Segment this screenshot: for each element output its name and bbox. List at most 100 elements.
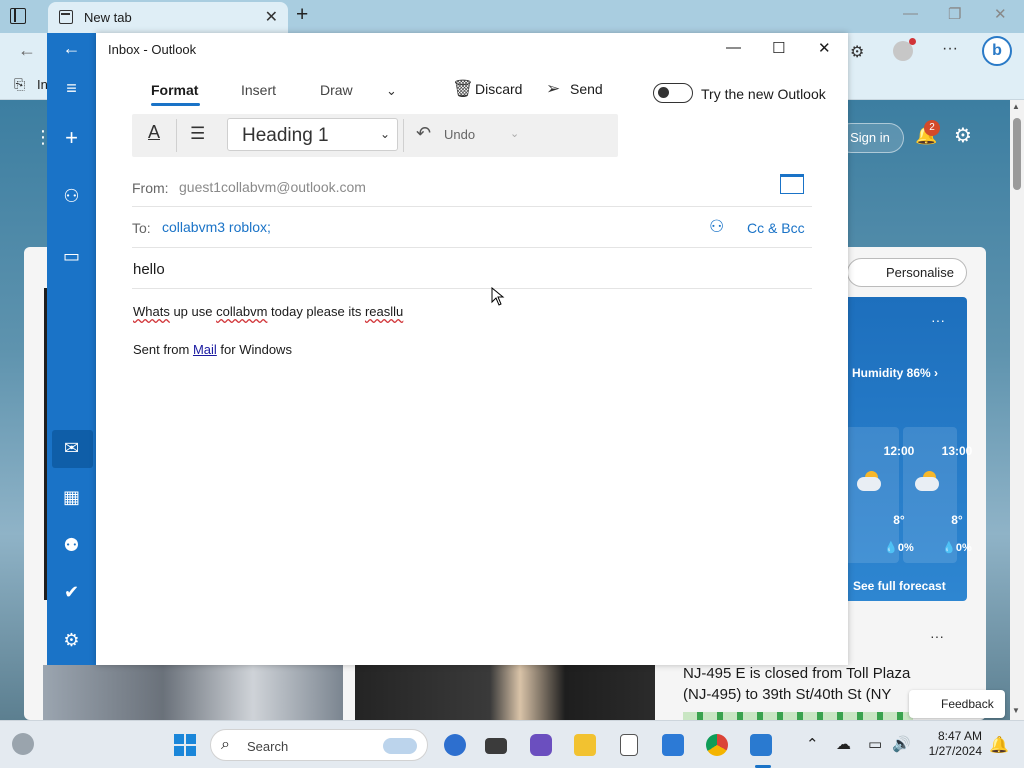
restore-browser-button[interactable]: ❐ (948, 5, 961, 23)
add-contact-person-icon[interactable]: ⚇ (709, 217, 724, 237)
task-view-icon[interactable] (485, 738, 507, 754)
new-tab-button[interactable]: + (296, 3, 308, 27)
font-color-icon[interactable]: A (144, 122, 164, 146)
todo-check-icon[interactable]: ✔ (47, 582, 96, 603)
personalise-button[interactable]: Personalise (847, 258, 967, 287)
outlook-sidebar: ← ≡ + ⚇ ▭ (47, 33, 96, 665)
news-more-icon[interactable]: ··· (930, 628, 944, 644)
windows-taskbar: ⌕ Search ⌃ ☁ ▭ 🔊 8:47 AM 1/27/2024 🔔 (0, 720, 1024, 768)
minimize-browser-button[interactable]: — (903, 5, 918, 22)
more-tabs-chevron-icon[interactable]: ⌄ (386, 83, 397, 99)
signature-suffix: for Windows (216, 342, 292, 357)
cloud-icon (915, 477, 939, 491)
file-explorer-icon[interactable] (574, 734, 596, 756)
send-button[interactable]: Send (570, 81, 603, 97)
start-windows-icon[interactable] (174, 734, 196, 756)
volume-icon[interactable]: 🔊 (892, 735, 911, 753)
scroll-down-icon[interactable]: ▼ (1012, 706, 1020, 715)
format-toolbar: A ☰ Heading 1 ⌄ ↶ Undo ⌄ (132, 114, 618, 157)
minimize-window-button[interactable]: — (726, 39, 741, 56)
forecast-hour: 13:00 8° 💧0% (903, 427, 972, 563)
cloud-icon (857, 477, 881, 491)
microsoft-store-icon[interactable] (662, 734, 684, 756)
weather-card[interactable]: ··· Humidity 86% › 12:00 8° 💧0% 13:00 8°… (845, 297, 972, 601)
news-image-crowd[interactable] (43, 665, 343, 720)
close-tab-icon[interactable]: ✕ (265, 7, 278, 27)
tab-format[interactable]: Format (151, 82, 198, 98)
feedback-button[interactable]: Feedback (909, 690, 1005, 718)
try-new-outlook-toggle[interactable] (653, 83, 693, 103)
taskbar-clock[interactable]: 8:47 AM 1/27/2024 (920, 729, 982, 759)
browser-menu-icon[interactable]: ··· (942, 40, 958, 58)
browser-back-icon[interactable]: ← (18, 40, 36, 61)
maximize-window-button[interactable]: ☐ (772, 39, 785, 57)
new-tab-page-icon (59, 10, 73, 24)
page-settings-gear-icon[interactable]: ⚙ (954, 123, 972, 148)
hamburger-menu-icon[interactable]: ≡ (47, 78, 96, 99)
undo-button[interactable]: Undo (444, 127, 475, 142)
style-dropdown[interactable]: Heading 1 ⌄ (227, 118, 398, 151)
from-label: From: (132, 180, 169, 196)
tab-insert[interactable]: Insert (241, 82, 276, 98)
notepad-icon[interactable] (620, 734, 638, 756)
see-full-forecast-link[interactable]: See full forecast (853, 579, 946, 593)
close-browser-button[interactable]: ✕ (994, 5, 1007, 23)
import-favorites-icon[interactable]: ⎘ (14, 76, 25, 93)
notification-center-bell-icon[interactable]: 🔔 (989, 735, 1009, 755)
undo-dropdown-chevron-icon[interactable]: ⌄ (510, 127, 519, 140)
scrollbar-thumb[interactable] (1013, 118, 1021, 190)
from-field[interactable]: guest1collabvm@outlook.com (179, 179, 366, 195)
network-icon[interactable]: ▭ (868, 735, 882, 753)
teams-chat-icon[interactable] (530, 734, 552, 756)
people-icon[interactable]: ⚉ (47, 535, 96, 556)
edge-preview-icon[interactable] (444, 734, 466, 756)
toggle-knob (658, 87, 669, 98)
toolbar-separator (176, 119, 177, 152)
weather-more-icon[interactable]: ··· (931, 312, 945, 328)
subject-field[interactable]: hello (133, 261, 165, 278)
field-divider (132, 247, 812, 248)
tab-draw[interactable]: Draw (320, 82, 353, 98)
chrome-icon[interactable] (706, 734, 728, 756)
undo-icon[interactable]: ↶ (416, 123, 431, 144)
extensions-icon[interactable]: ⚙ (850, 42, 864, 62)
mail-icon[interactable]: ✉ (47, 438, 96, 459)
search-highlight-icon (383, 738, 417, 754)
toolbar-separator (403, 119, 404, 152)
paragraph-format-icon[interactable]: ☰ (190, 124, 205, 144)
settings-gear-icon[interactable]: ⚙ (47, 630, 96, 651)
tab-title: New tab (84, 10, 132, 25)
discard-trash-icon[interactable]: 🗑 (452, 79, 474, 99)
page-scrollbar[interactable] (1010, 100, 1024, 720)
folders-icon[interactable]: ▭ (47, 246, 96, 267)
send-paper-plane-icon[interactable]: ➢ (546, 79, 560, 99)
mouse-cursor-icon (491, 287, 505, 306)
humidity-link[interactable]: Humidity 86% › (852, 366, 938, 380)
message-body[interactable]: Whats up use collabvm today please its r… (133, 304, 403, 319)
news-image-portrait[interactable] (355, 665, 655, 720)
profile-alert-dot (909, 38, 916, 45)
widgets-icon[interactable] (12, 733, 34, 755)
active-tab-indicator (151, 103, 200, 106)
back-arrow-icon[interactable]: ← (47, 38, 96, 59)
close-window-button[interactable]: ✕ (818, 39, 831, 57)
calendar-icon[interactable]: ▦ (47, 487, 96, 508)
new-mail-plus-icon[interactable]: + (47, 125, 96, 151)
to-field[interactable]: collabvm3 roblox; (162, 219, 271, 235)
news-headline[interactable]: NJ-495 E is closed from Toll Plaza (NJ-4… (683, 663, 923, 705)
show-hidden-icons-chevron-icon[interactable]: ⌃ (806, 735, 819, 753)
account-person-icon[interactable]: ⚇ (47, 186, 96, 207)
discard-button[interactable]: Discard (475, 81, 522, 97)
try-new-outlook-label: Try the new Outlook (701, 86, 826, 102)
scroll-up-icon[interactable]: ▲ (1012, 102, 1020, 111)
tab-actions-icon[interactable] (10, 8, 26, 24)
pop-out-window-icon[interactable] (780, 174, 804, 194)
onedrive-cloud-icon[interactable]: ☁ (836, 735, 851, 753)
taskbar-search-box[interactable]: ⌕ Search (210, 729, 428, 761)
browser-tab-new-tab[interactable]: New tab ✕ (48, 2, 288, 33)
bing-copilot-button[interactable]: b (982, 36, 1012, 66)
mail-app-link[interactable]: Mail (193, 342, 217, 357)
outlook-compose-window: Inbox - Outlook — ☐ ✕ Format Insert Draw… (96, 33, 848, 665)
mail-app-icon[interactable] (750, 734, 772, 756)
cc-bcc-button[interactable]: Cc & Bcc (747, 220, 805, 236)
